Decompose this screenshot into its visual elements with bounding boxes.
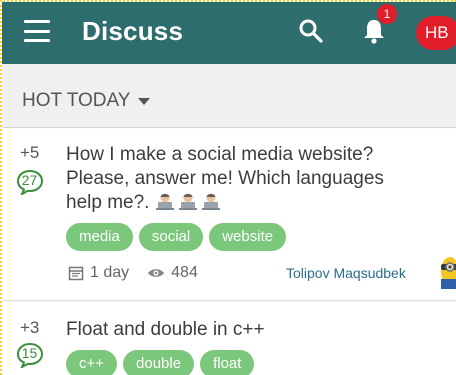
filter-bar: HOT TODAY [2, 64, 456, 128]
man-technologist-emoji [178, 193, 197, 210]
filter-dropdown[interactable]: HOT TODAY [22, 90, 151, 112]
tag-chip[interactable]: float [200, 350, 255, 375]
app-screen: Discuss 1 HB HOT TODAY +5 27 How I make … [0, 0, 456, 375]
search-icon[interactable] [298, 18, 324, 44]
author-name[interactable]: Tolipov Maqsudbek [286, 265, 406, 281]
question-card[interactable]: +5 27 How I make a social media website?… [2, 129, 456, 301]
eye-icon [148, 269, 165, 277]
answers-count-bubble[interactable]: 27 [16, 169, 44, 195]
hamburger-menu-icon[interactable] [24, 20, 50, 42]
man-technologist-emoji [155, 193, 174, 210]
question-title[interactable]: How I make a social media website? Pleas… [66, 143, 426, 215]
title-line: Please, answer me! Which languages [66, 168, 384, 189]
author-avatar[interactable] [434, 253, 456, 293]
calendar-icon [68, 266, 84, 281]
man-technologist-emoji [201, 193, 220, 210]
tag-chip[interactable]: website [209, 223, 287, 251]
notification-count-badge: 1 [377, 4, 397, 24]
vote-count: +5 [20, 143, 40, 162]
user-avatar[interactable]: HB [416, 16, 456, 50]
question-title[interactable]: Float and double in c++ [66, 318, 426, 342]
caret-down-icon [138, 97, 151, 105]
answers-count: 27 [21, 172, 38, 188]
tag-chip[interactable]: media [66, 223, 133, 251]
question-age: 1 day [90, 264, 130, 281]
app-title: Discuss [82, 16, 184, 46]
filter-label: HOT TODAY [22, 90, 131, 111]
technologist-emoji-group [155, 192, 221, 210]
tag-chip[interactable]: c++ [66, 350, 118, 375]
view-count: 484 [171, 264, 198, 281]
tag-list: media social website [66, 223, 287, 251]
title-line: help me?. [66, 192, 150, 213]
question-card[interactable]: +3 15 Float and double in c++ c++ double… [2, 302, 456, 375]
tag-chip[interactable]: double [123, 350, 195, 375]
title-line: How I make a social media website? [66, 144, 374, 165]
tag-chip[interactable]: social [138, 223, 204, 251]
answers-count: 15 [21, 345, 38, 361]
answers-count-bubble[interactable]: 15 [16, 342, 44, 368]
vote-count: +3 [20, 318, 40, 337]
title-line-3: help me?. [66, 191, 426, 215]
tag-list: c++ double float [66, 350, 255, 375]
question-meta: 1 day 484 [68, 264, 198, 282]
top-app-bar: Discuss 1 HB [2, 2, 456, 64]
